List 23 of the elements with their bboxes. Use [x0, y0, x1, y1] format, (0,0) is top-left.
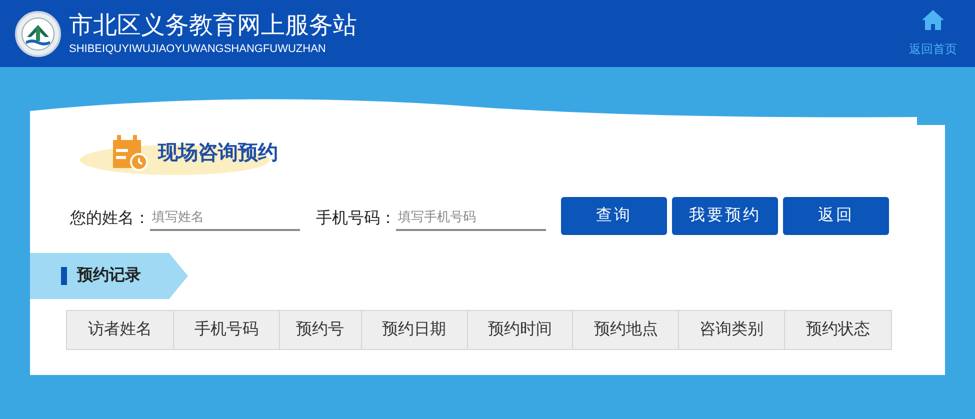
column-header: 访者姓名 [86, 320, 153, 340]
column-header: 预约时间 [466, 311, 572, 349]
column-header: 预约日期 [360, 311, 467, 349]
input-field[interactable]: 填写手机号码 [396, 203, 546, 231]
action-button[interactable]: 返回 [783, 197, 889, 235]
column-header: 咨询类别 [678, 311, 784, 349]
emblem-logo [15, 10, 61, 56]
site-subtitle: SHIBEIQUYIWUJIAOYUWANGSHANGFUWUZHAN [69, 42, 327, 56]
records-tab[interactable]: 预约记录 [30, 253, 188, 299]
home-icon [921, 9, 945, 31]
action-button[interactable]: 查询 [561, 197, 667, 235]
field-label: 手机号码： [316, 208, 396, 229]
column-header: 手机号码 [172, 311, 279, 349]
column-header: 预约地点 [572, 311, 678, 349]
tab-marker [61, 267, 67, 285]
section-title: 现场咨询预约 [158, 141, 278, 166]
field-label: 您的姓名： [70, 209, 150, 229]
action-button[interactable]: 我要预约 [672, 197, 778, 235]
column-header: 预约状态 [784, 311, 892, 349]
calendar-icon [112, 135, 148, 171]
site-title: 市北区义务教育网上服务站 [69, 12, 357, 40]
column-header: 预约号 [278, 311, 361, 349]
input-field[interactable]: 填写姓名 [150, 203, 300, 231]
